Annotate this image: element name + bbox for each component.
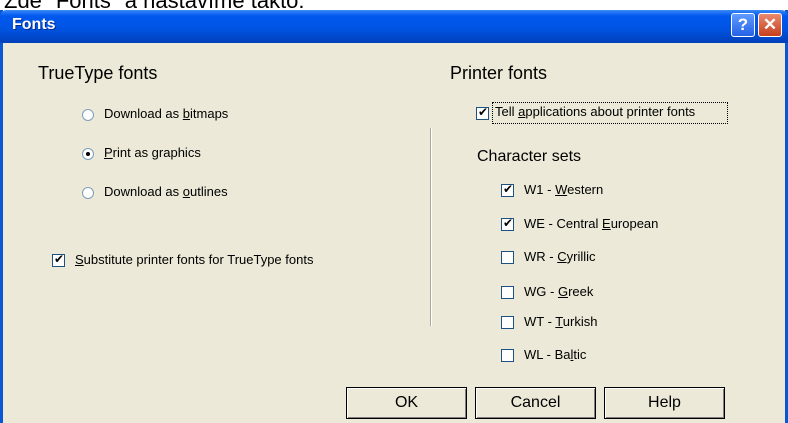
window-title: Fonts (12, 16, 56, 33)
label-charset-wg[interactable]: WG - Greek (524, 284, 593, 299)
truetype-heading: TrueType fonts (38, 63, 158, 83)
checkbox-charset-we[interactable] (501, 216, 514, 231)
label-charset-wt[interactable]: WT - Turkish (524, 314, 597, 329)
radio-download-bitmaps[interactable] (82, 109, 94, 121)
character-sets-heading: Character sets (477, 148, 582, 165)
label-download-bitmaps[interactable]: Download as bitmaps (104, 106, 228, 121)
help-button[interactable]: Help (604, 387, 725, 419)
section-divider (430, 128, 432, 326)
label-tell-applications[interactable]: Tell applications about printer fonts (495, 104, 695, 119)
checkbox-charset-wg[interactable] (501, 286, 514, 299)
printer-fonts-heading: Printer fonts (450, 63, 548, 83)
close-button[interactable]: ✕ (758, 13, 782, 37)
label-charset-w1[interactable]: W1 - Western (524, 182, 603, 197)
checkbox-charset-wt[interactable] (501, 316, 514, 329)
help-title-button[interactable]: ? (731, 13, 755, 37)
close-icon: ✕ (762, 15, 778, 34)
radio-download-outlines[interactable] (82, 187, 94, 199)
radio-print-graphics[interactable] (82, 148, 94, 160)
checkbox-substitute-fonts[interactable] (52, 252, 65, 267)
checkbox-tell-applications[interactable] (476, 105, 489, 120)
label-charset-wr[interactable]: WR - Cyrillic (524, 249, 596, 264)
question-icon: ? (737, 15, 749, 34)
checkbox-charset-wr[interactable] (501, 251, 514, 264)
title-bar: Fonts ? ✕ (0, 10, 788, 43)
label-download-outlines[interactable]: Download as outlines (104, 184, 228, 199)
label-print-graphics[interactable]: Print as graphics (104, 145, 201, 160)
ok-button[interactable]: OK (346, 387, 467, 419)
label-charset-we[interactable]: WE - Central European (524, 216, 658, 231)
cancel-button[interactable]: Cancel (475, 387, 596, 419)
label-substitute-fonts[interactable]: Substitute printer fonts for TrueType fo… (75, 252, 313, 267)
label-charset-wl[interactable]: WL - Baltic (524, 347, 586, 362)
checkbox-charset-w1[interactable] (501, 182, 514, 197)
checkbox-charset-wl[interactable] (501, 349, 514, 362)
